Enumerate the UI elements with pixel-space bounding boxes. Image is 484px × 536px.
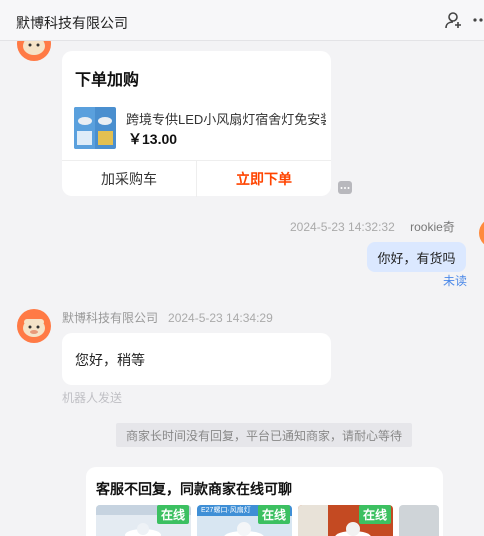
read-status: 未读	[443, 274, 468, 288]
online-badge: 在线	[156, 505, 189, 524]
user-avatar[interactable]	[477, 218, 484, 248]
outgoing-meta: 2024-5-23 14:32:32 rookie奇	[290, 218, 455, 235]
recommend-item[interactable]: 在线	[96, 505, 191, 536]
order-actions: 加采购车 立即下单	[62, 160, 331, 197]
add-to-cart-button[interactable]: 加采购车	[62, 161, 197, 197]
recommend-card: 客服不回复，同款商家在线可聊 在线 E27螺口·风扇灯 在线 在线	[86, 467, 443, 536]
robot-sent-note: 机器人发送	[62, 391, 123, 405]
recommend-item-caption: E27螺口·风扇灯	[201, 507, 251, 514]
buy-now-button[interactable]: 立即下单	[197, 161, 331, 197]
header-icons	[436, 8, 484, 32]
more-options-icon[interactable]	[472, 8, 484, 32]
product-image[interactable]	[74, 107, 116, 149]
product-price: ￥13.00	[128, 131, 178, 147]
outgoing-sender: rookie奇	[410, 220, 455, 234]
system-notice: 商家长时间没有回复，平台已通知商家，请耐心等待	[116, 423, 412, 447]
product-name[interactable]: 跨境专供LED小风扇灯宿舍灯免安装	[126, 109, 326, 128]
incoming-message-bubble[interactable]: 您好，稍等	[62, 333, 331, 385]
add-contact-icon[interactable]	[442, 8, 466, 32]
recommend-item[interactable]: 在线	[298, 505, 393, 536]
incoming-timestamp: 2024-5-23 14:34:29	[168, 311, 273, 325]
incoming-message-text: 您好，稍等	[75, 352, 145, 368]
chat-header: 默博科技有限公司	[0, 0, 484, 41]
order-card-title: 下单加购	[75, 72, 140, 89]
outgoing-timestamp: 2024-5-23 14:32:32	[290, 220, 395, 234]
seller-avatar[interactable]	[17, 309, 51, 343]
incoming-meta: 默博科技有限公司 2024-5-23 14:34:29	[62, 309, 273, 326]
online-badge: 在线	[358, 505, 391, 524]
incoming-sender: 默博科技有限公司	[62, 311, 159, 325]
header-title: 默博科技有限公司	[16, 15, 128, 31]
outgoing-message-bubble[interactable]: 你好，有货吗	[367, 242, 466, 272]
recommend-item[interactable]: E27螺口·风扇灯 在线	[197, 505, 292, 536]
online-badge: 在线	[257, 505, 290, 524]
order-card: 下单加购 跨境专供LED小风扇灯宿舍灯免安装 ￥13.00 加采购车 立即下单	[62, 51, 331, 197]
seller-avatar[interactable]	[17, 41, 51, 61]
recommend-item[interactable]	[399, 505, 439, 536]
recommend-title: 客服不回复，同款商家在线可聊	[96, 481, 292, 497]
message-list[interactable]: 下单加购 跨境专供LED小风扇灯宿舍灯免安装 ￥13.00 加采购车 立即下单 …	[0, 41, 484, 536]
message-more-button[interactable]	[338, 181, 352, 194]
